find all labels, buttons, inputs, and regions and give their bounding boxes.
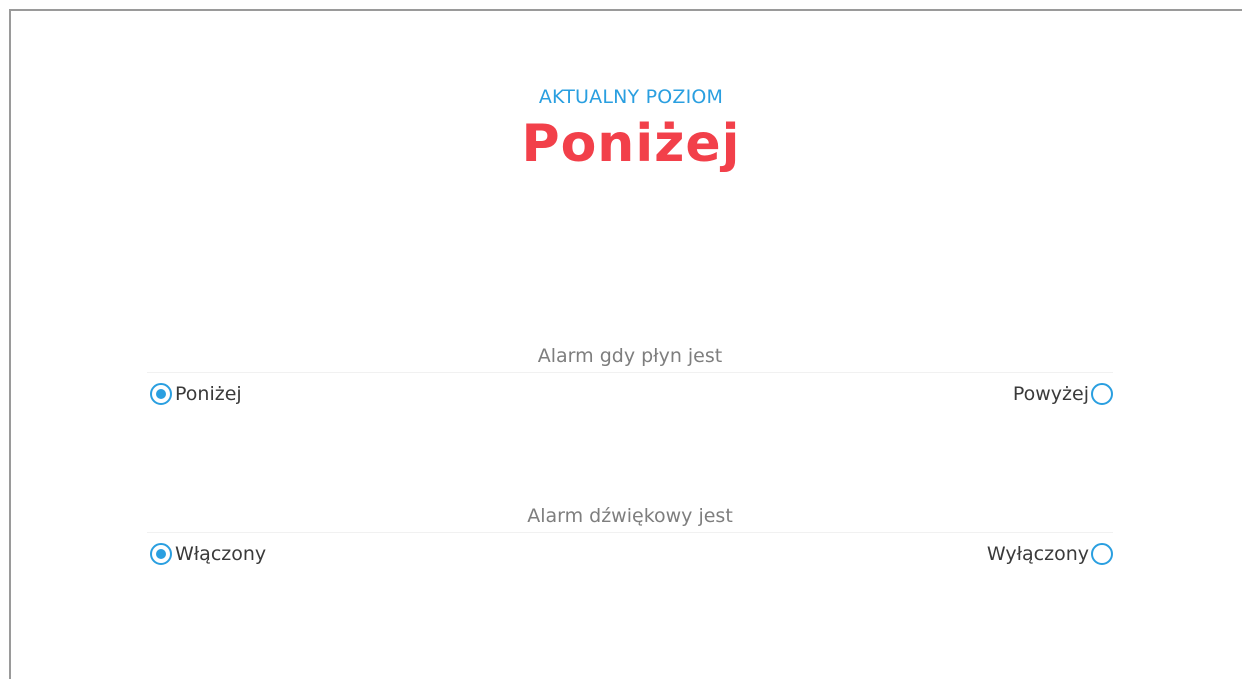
alarm-level-above-option[interactable]: Powyżej bbox=[1013, 382, 1113, 406]
alarm-level-above-label[interactable]: Powyżej bbox=[1013, 382, 1089, 406]
app-frame: AKTUALNY POZIOM Poniżej Alarm gdy płyn j… bbox=[9, 9, 1242, 679]
alarm-sound-options: Włączony Wyłączony bbox=[147, 533, 1113, 573]
alarm-sound-off-radio[interactable] bbox=[1091, 543, 1113, 565]
current-level-caption: AKTUALNY POZIOM bbox=[538, 86, 724, 108]
current-level-value: Poniżej bbox=[521, 114, 741, 174]
alarm-sound-title: Alarm dźwiękowy jest bbox=[527, 505, 733, 527]
current-level-section: AKTUALNY POZIOM Poniżej bbox=[11, 85, 1242, 177]
alarm-sound-off-option[interactable]: Wyłączony bbox=[987, 542, 1113, 566]
alarm-sound-on-option[interactable]: Włączony bbox=[150, 542, 266, 566]
alarm-sound-on-label[interactable]: Włączony bbox=[175, 542, 266, 566]
alarm-level-below-option[interactable]: Poniżej bbox=[150, 382, 242, 406]
alarm-sound-setting: Alarm dźwiękowy jest Włączony Wyłączony bbox=[147, 503, 1113, 573]
alarm-level-title: Alarm gdy płyn jest bbox=[537, 345, 723, 367]
alarm-sound-on-radio[interactable] bbox=[150, 543, 172, 565]
alarm-level-options: Poniżej Powyżej bbox=[147, 373, 1113, 413]
alarm-level-below-label[interactable]: Poniżej bbox=[175, 382, 242, 406]
alarm-level-below-radio[interactable] bbox=[150, 383, 172, 405]
alarm-sound-off-label[interactable]: Wyłączony bbox=[987, 542, 1089, 566]
alarm-level-setting: Alarm gdy płyn jest Poniżej Powyżej bbox=[147, 343, 1113, 413]
alarm-level-above-radio[interactable] bbox=[1091, 383, 1113, 405]
